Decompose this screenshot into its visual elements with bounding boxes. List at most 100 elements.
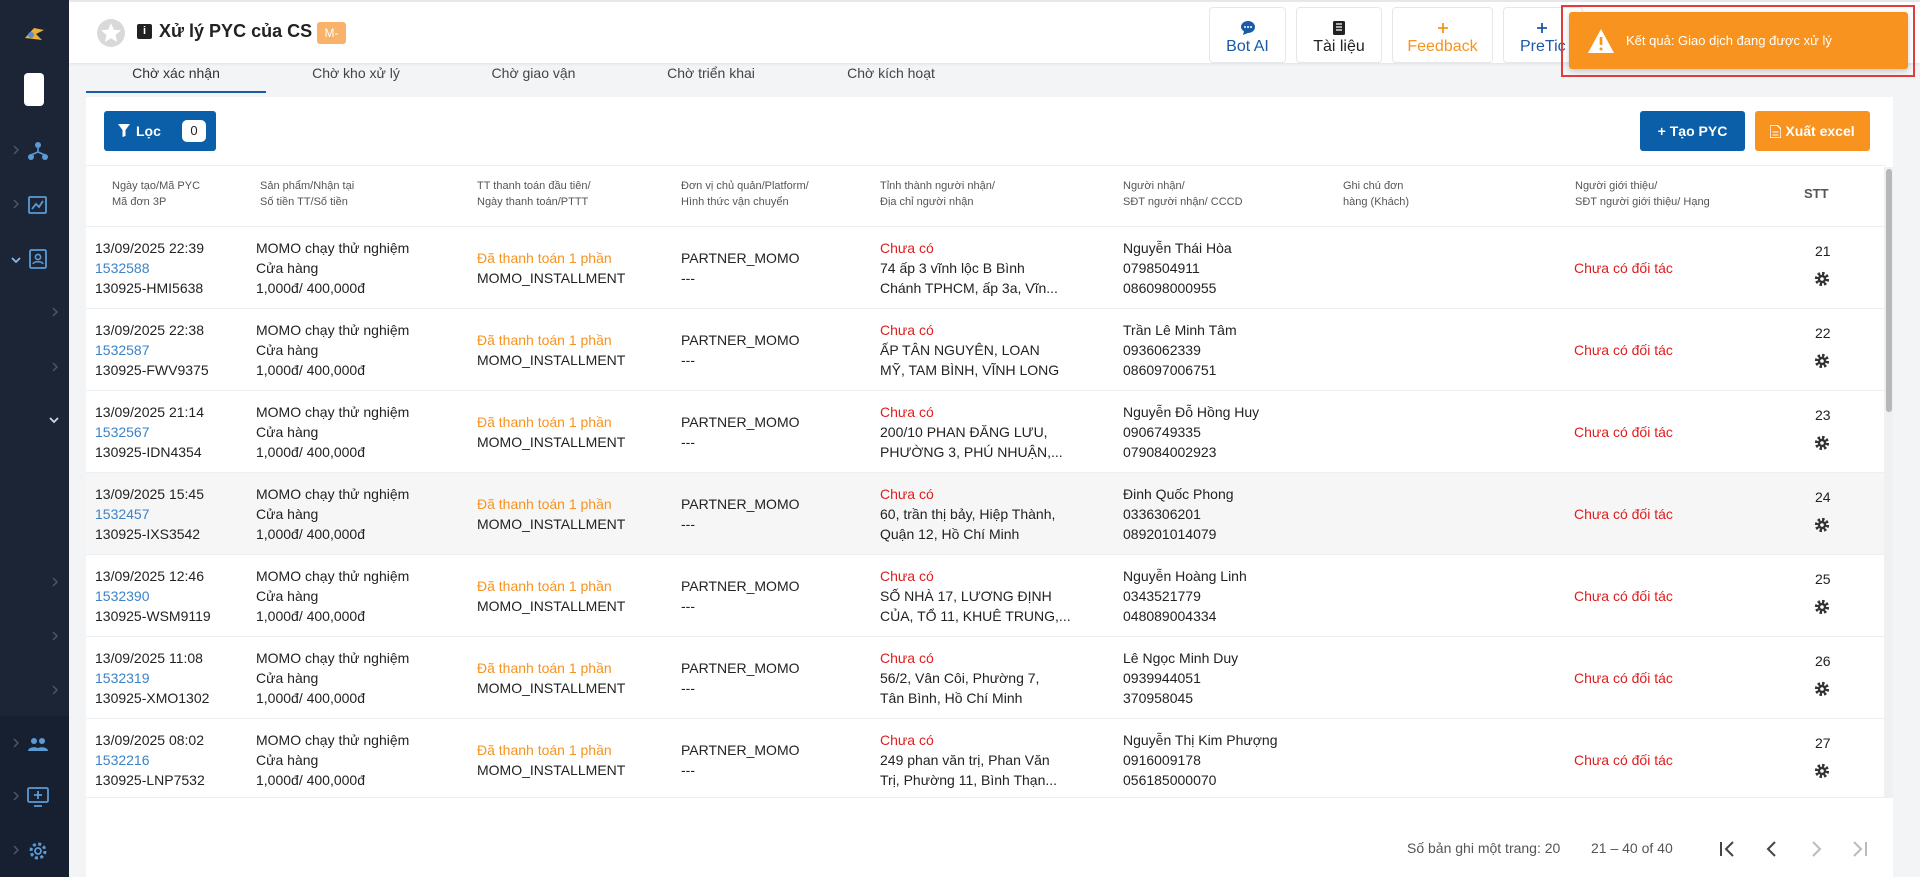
chevron-right-icon (13, 845, 20, 855)
col-header-payment: TT thanh toán đầu tiên/Ngày thanh toán/P… (477, 180, 591, 208)
chevron-right-icon[interactable] (48, 575, 62, 589)
feedback-label: Feedback (1407, 38, 1478, 55)
chevron-right-icon[interactable] (48, 629, 62, 643)
filter-label: Lọc (136, 123, 161, 139)
table-row[interactable]: 13/09/2025 12:46 1532390 130925-WSM9119 MO… (86, 555, 1886, 637)
sidebar-item-reports[interactable] (0, 186, 69, 222)
sidebar-item-orders[interactable] (0, 233, 69, 287)
cell-date-code: 13/09/2025 12:46 1532390 130925-WSM9119 (95, 568, 211, 624)
monitor-add-icon (27, 787, 49, 807)
cell-stt: 22 (1815, 325, 1831, 341)
pyc-link[interactable]: 1532319 (95, 668, 209, 688)
tab-cho-xac-nhan[interactable]: Chờ xác nhận (86, 63, 266, 93)
col-header-recipient: Người nhận/SĐT người nhận/ CCCD (1123, 180, 1243, 208)
sidebar-item-monitor[interactable] (0, 778, 69, 814)
chat-bubble-icon (1240, 21, 1255, 35)
cell-referrer: Chưa có đối tác (1574, 752, 1673, 768)
cell-date-code: 13/09/2025 22:38 1532587 130925-FWV9375 (95, 322, 209, 378)
cell-stt: 23 (1815, 407, 1831, 423)
chevron-right-icon (13, 199, 20, 209)
gear-icon[interactable] (1813, 598, 1831, 616)
documents-button[interactable]: Tài liệu (1296, 7, 1382, 63)
pyc-link[interactable]: 1532587 (95, 340, 209, 360)
chevron-right-icon (13, 145, 20, 155)
gear-icon[interactable] (1813, 434, 1831, 452)
cell-payment: Đã thanh toán 1 phần MOMO_INSTALLMENT (477, 578, 626, 614)
toast-notification[interactable]: Kết quả: Giao dịch đang được xử lý (1569, 12, 1908, 69)
sidebar-bottom (0, 716, 69, 877)
sidebar-item-settings[interactable] (0, 832, 69, 868)
gear-icon[interactable] (1813, 762, 1831, 780)
table-row[interactable]: 13/09/2025 11:08 1532319 130925-XMO1302 MO… (86, 637, 1886, 719)
cell-unit: PARTNER_MOMO --- (681, 250, 800, 286)
cell-date-code: 13/09/2025 15:45 1532457 130925-IXS3542 (95, 486, 204, 542)
col-header-product: Sản phẩm/Nhận tại Số tiền TT/Số tiền (260, 180, 355, 208)
tab-cho-trien-khai[interactable]: Chờ triển khai (621, 63, 801, 93)
network-icon (28, 142, 48, 160)
chevron-down-icon[interactable] (47, 413, 61, 427)
col-header-referrer: Người giới thiệu/SĐT người giới thiệu/ H… (1575, 180, 1710, 208)
export-excel-button[interactable]: Xuất excel (1755, 111, 1870, 151)
cell-stt: 25 (1815, 571, 1831, 587)
cell-product: MOMO chạy thử nghiệm Cửa hàng 1,000đ/ 400,… (256, 486, 410, 542)
cell-unit: PARTNER_MOMO --- (681, 496, 800, 532)
gear-icon[interactable] (1813, 680, 1831, 698)
page-title: Xử lý PYC của CS (159, 21, 313, 41)
last-page-icon[interactable] (1847, 836, 1873, 862)
cell-address: Chưa có 56/2, Vân Côi, Phường 7, Tân Bình,… (880, 650, 1040, 706)
favorite-star-icon[interactable] (96, 18, 126, 48)
cell-stt: 21 (1815, 243, 1831, 259)
table-row[interactable]: 13/09/2025 08:02 1532216 130925-LNP7532 MO… (86, 719, 1886, 801)
cell-stt: 27 (1815, 735, 1831, 751)
table-row[interactable]: 13/09/2025 22:39 1532588 130925-HMI5638 MO… (86, 227, 1886, 309)
prev-page-icon[interactable] (1759, 836, 1785, 862)
cell-payment: Đã thanh toán 1 phần MOMO_INSTALLMENT (477, 332, 626, 368)
cell-address: Chưa có 200/10 PHAN ĐĂNG LƯU, PHƯỜNG 3, PH… (880, 404, 1063, 460)
gear-icon (29, 842, 47, 860)
cell-unit: PARTNER_MOMO --- (681, 660, 800, 696)
sidebar-toggle[interactable] (24, 73, 44, 106)
cell-referrer: Chưa có đối tác (1574, 588, 1673, 604)
bot-ai-button[interactable]: Bot AI (1209, 7, 1286, 63)
cell-recipient: Trần Lê Minh Tâm 0936062339 086097006751 (1123, 322, 1237, 378)
logo-icon[interactable] (22, 22, 48, 48)
table-row[interactable]: 13/09/2025 21:14 1532567 130925-IDN4354 MO… (86, 391, 1886, 473)
toast-message: Kết quả: Giao dịch đang được xử lý (1626, 33, 1832, 48)
filter-button[interactable]: Lọc 0 (104, 111, 216, 151)
col-header-date: Ngày tạo/Mã PYC Mã đơn 3P (112, 180, 201, 208)
gear-icon[interactable] (1813, 352, 1831, 370)
table-scrollbar-thumb[interactable] (1886, 169, 1892, 412)
gear-icon[interactable] (1813, 516, 1831, 534)
cell-recipient: Nguyễn Đỗ Hồng Huy 0906749335 079084002923 (1123, 404, 1260, 460)
chevron-right-icon[interactable] (48, 360, 62, 374)
documents-label: Tài liệu (1313, 38, 1365, 55)
tab-cho-kich-hoat[interactable]: Chờ kích hoạt (801, 63, 981, 93)
table-row[interactable]: 13/09/2025 15:45 1532457 130925-IXS3542 MO… (86, 473, 1886, 555)
pyc-link[interactable]: 1532390 (95, 586, 211, 606)
next-page-icon[interactable] (1803, 836, 1829, 862)
sidebar-item-users[interactable] (0, 725, 69, 761)
create-pyc-button[interactable]: + Tạo PYC (1640, 111, 1745, 151)
col-header-address: Tỉnh thành người nhận/Địa chỉ người nhận (880, 180, 995, 208)
table-row[interactable]: 13/09/2025 22:38 1532587 130925-FWV9375 MO… (86, 309, 1886, 391)
gear-icon[interactable] (1813, 270, 1831, 288)
chevron-right-icon[interactable] (48, 683, 62, 697)
sidebar-item-network[interactable] (0, 132, 69, 168)
feedback-button[interactable]: Feedback (1392, 7, 1493, 63)
pyc-link[interactable]: 1532216 (95, 750, 205, 770)
pyc-link[interactable]: 1532567 (95, 422, 204, 442)
cell-referrer: Chưa có đối tác (1574, 506, 1673, 522)
first-page-icon[interactable] (1714, 836, 1740, 862)
cell-product: MOMO chạy thử nghiệm Cửa hàng 1,000đ/ 400,… (256, 322, 410, 378)
col-header-note: Ghi chú đơn hàng (Khách) (1343, 180, 1410, 208)
chevron-down-icon (11, 257, 21, 264)
cell-product: MOMO chạy thử nghiệm Cửa hàng 1,000đ/ 400,… (256, 568, 410, 624)
pyc-link[interactable]: 1532457 (95, 504, 204, 524)
rows-per-page-label[interactable]: Số bản ghi một trang: 20 (1407, 840, 1560, 856)
cell-product: MOMO chạy thử nghiệm Cửa hàng 1,000đ/ 400,… (256, 650, 410, 706)
chevron-right-icon[interactable] (48, 305, 62, 319)
cell-payment: Đã thanh toán 1 phần MOMO_INSTALLMENT (477, 496, 626, 532)
pyc-link[interactable]: 1532588 (95, 258, 204, 278)
tab-cho-giao-van[interactable]: Chờ giao vận (446, 63, 621, 93)
tab-cho-kho-xu-ly[interactable]: Chờ kho xử lý (266, 63, 446, 93)
